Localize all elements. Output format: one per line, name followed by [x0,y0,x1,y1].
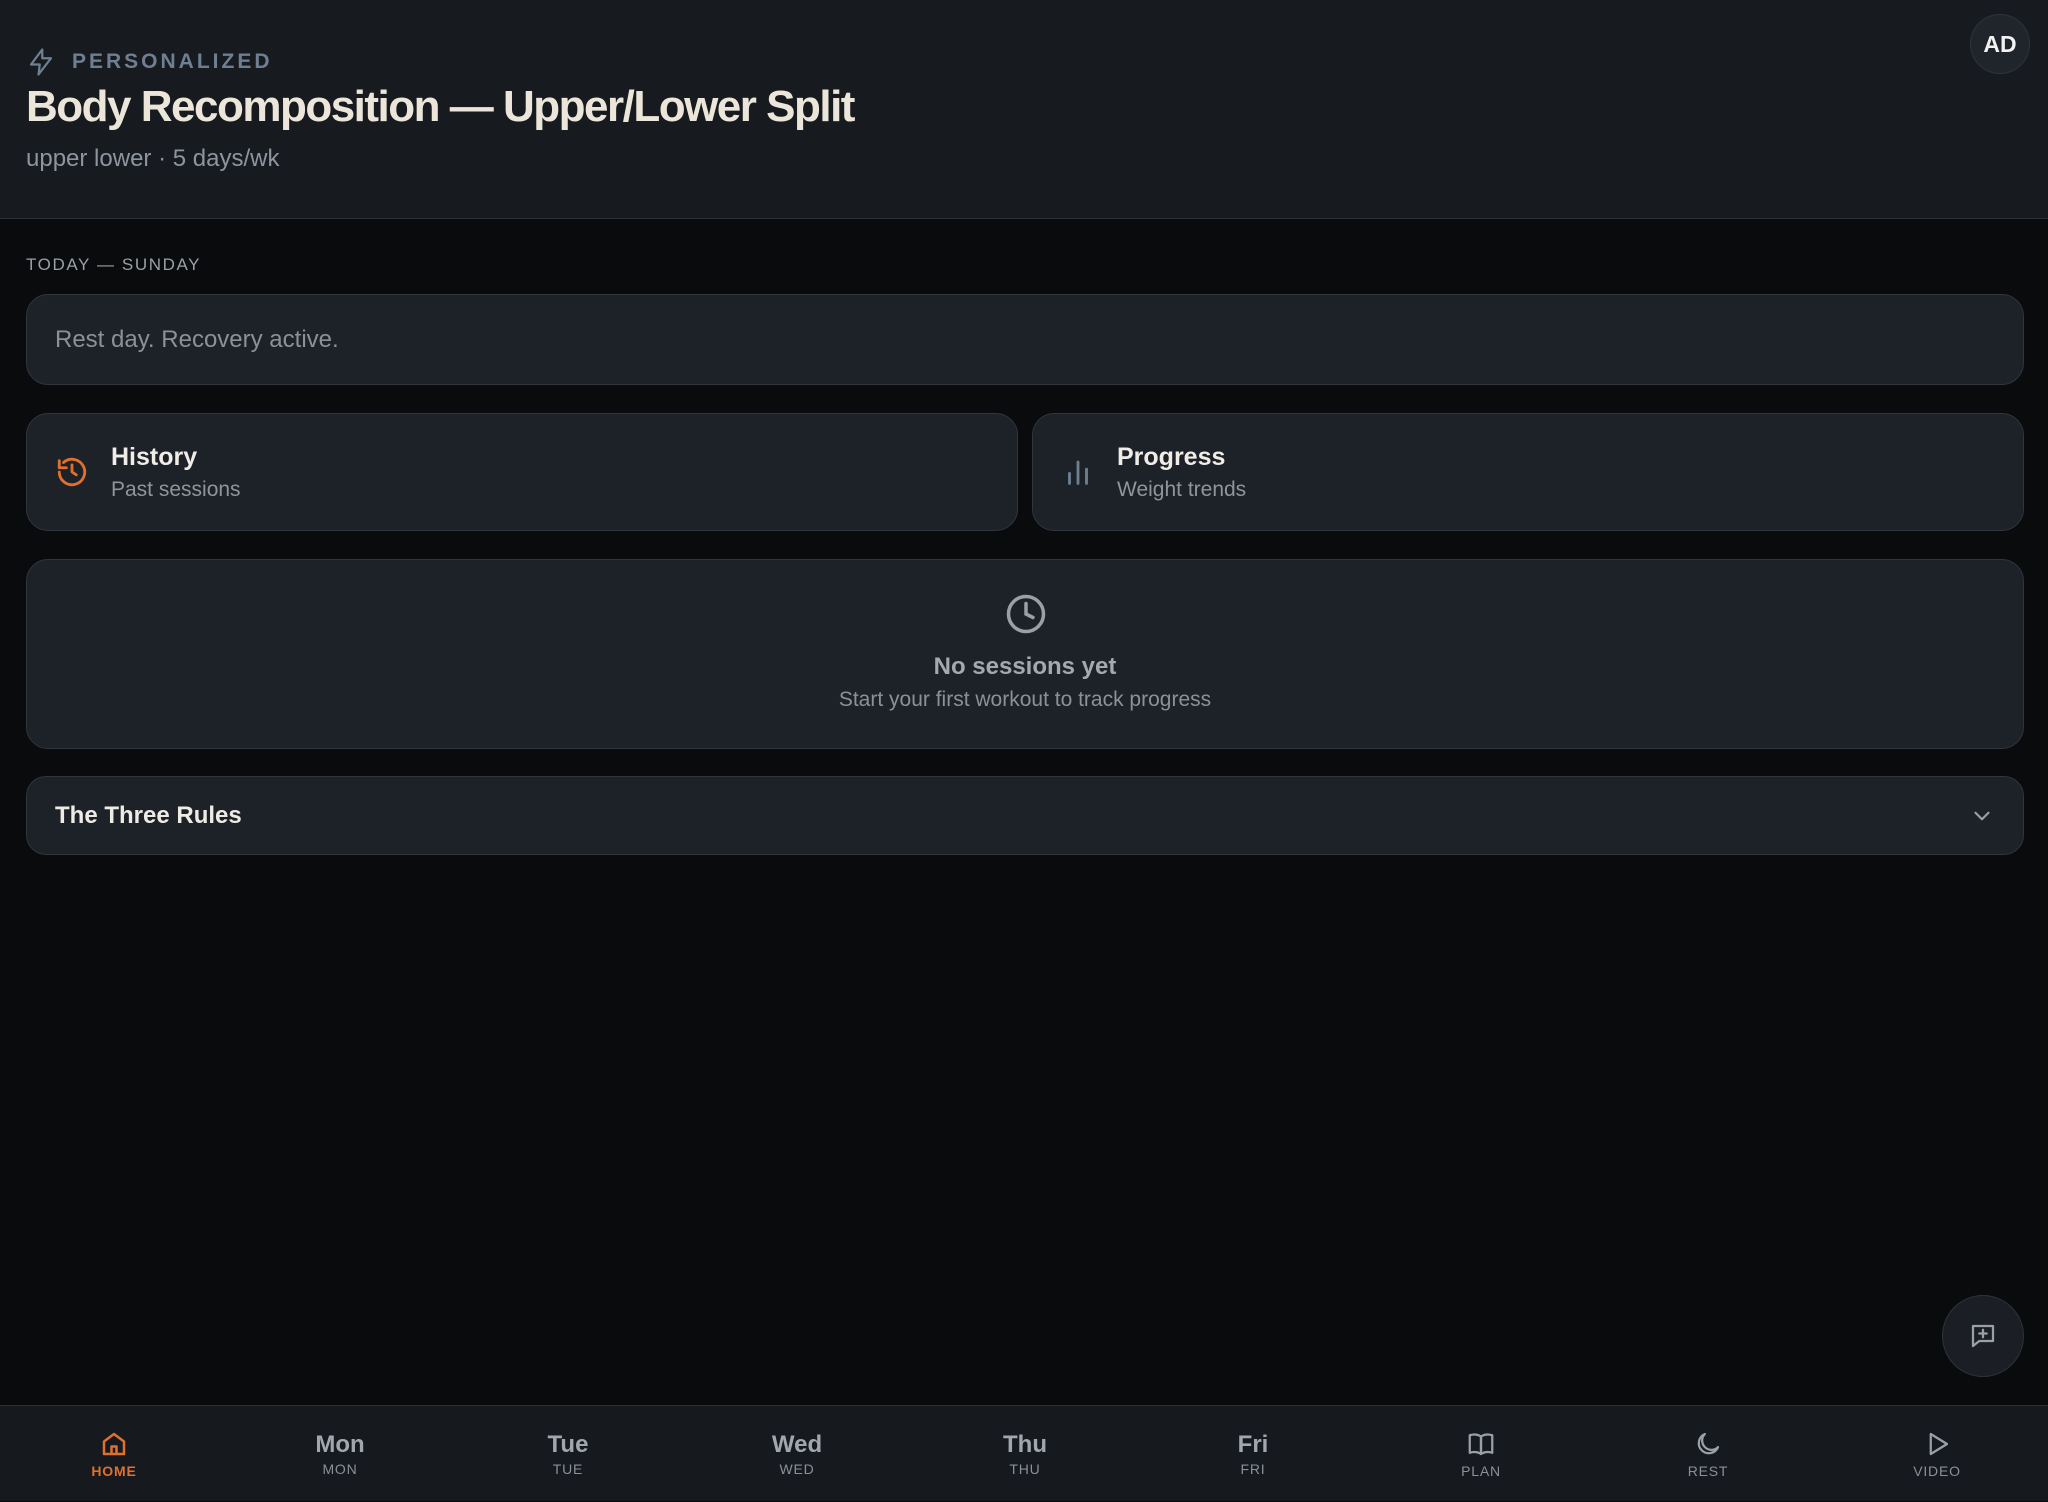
nav-day-abbr: TUE [552,1461,584,1477]
badge-label: PERSONALIZED [72,50,273,73]
nav-day-label: Fri [1237,1431,1269,1458]
book-icon [1468,1433,1494,1456]
progress-subtitle: Weight trends [1117,477,1247,501]
history-tile[interactable]: History Past sessions [26,413,1018,531]
avatar[interactable]: AD [1970,14,2030,74]
nav-day-thu[interactable]: Thu THU [911,1406,1139,1502]
history-title: History [111,442,198,471]
home-icon [102,1432,126,1456]
nav-home-label: HOME [91,1463,137,1479]
nav-plan-label: PLAN [1461,1463,1501,1479]
message-plus-icon [1971,1324,1995,1348]
nav-day-abbr: FRI [1240,1461,1266,1477]
nav-day-label: Wed [771,1431,823,1458]
personalized-badge: PERSONALIZED [26,46,273,78]
nav-plan[interactable]: PLAN [1367,1406,1595,1502]
page-subtitle: upper lower · 5 days/wk [26,145,280,172]
nav-video[interactable]: VIDEO [1823,1406,2048,1502]
empty-state-title: No sessions yet [933,653,1117,680]
bottom-nav: HOME Mon MON Tue TUE Wed WED Thu THU Fri… [0,1405,2048,1501]
nav-day-abbr: THU [1009,1461,1041,1477]
history-subtitle: Past sessions [111,477,241,501]
chevron-down-icon [1974,811,1990,820]
progress-title: Progress [1117,442,1226,471]
nav-video-label: VIDEO [1913,1463,1961,1479]
rules-title: The Three Rules [55,801,242,829]
today-status-card: Rest day. Recovery active. [26,294,2024,385]
nav-rest[interactable]: REST [1594,1406,1822,1502]
nav-day-label: Mon [315,1431,365,1458]
nav-day-label: Thu [1003,1431,1047,1458]
empty-state-subtitle: Start your first workout to track progre… [838,688,1212,711]
clock-icon [1006,594,1046,634]
history-icon [57,457,87,487]
nav-day-label: Tue [547,1431,589,1458]
three-rules-accordion[interactable]: The Three Rules [26,776,2024,855]
nav-day-abbr: MON [322,1461,358,1477]
bar-chart-icon [1068,460,1088,485]
moon-icon [1697,1432,1720,1455]
app-header: PERSONALIZED Body Recomposition — Upper/… [0,0,2048,219]
nav-day-fri[interactable]: Fri FRI [1139,1406,1367,1502]
nav-rest-label: REST [1687,1463,1729,1479]
today-status-text: Rest day. Recovery active. [55,325,339,353]
progress-tile[interactable]: Progress Weight trends [1032,413,2024,531]
feedback-button[interactable] [1942,1295,2024,1377]
lightning-icon [29,48,53,76]
today-label: TODAY — SUNDAY [26,255,202,274]
nav-day-tue[interactable]: Tue TUE [454,1406,682,1502]
play-icon [1929,1432,1949,1456]
nav-day-mon[interactable]: Mon MON [226,1406,454,1502]
page-title: Body Recomposition — Upper/Lower Split [26,82,855,131]
nav-home[interactable]: HOME [0,1406,228,1502]
empty-sessions-card: No sessions yet Start your first workout… [26,559,2024,749]
nav-day-abbr: WED [779,1461,815,1477]
nav-day-wed[interactable]: Wed WED [683,1406,911,1502]
